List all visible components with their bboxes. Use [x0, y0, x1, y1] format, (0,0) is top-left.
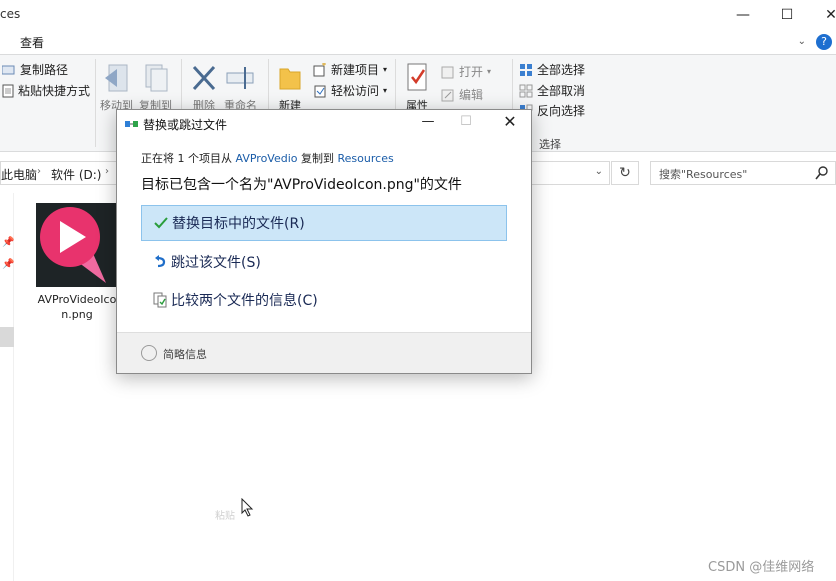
edit-icon	[441, 89, 454, 101]
mouse-cursor-icon	[241, 498, 254, 517]
easy-access-label: 轻松访问	[331, 84, 380, 98]
close-button[interactable]: ✕	[808, 0, 836, 30]
faint-text: 粘贴	[215, 511, 235, 522]
minimize-button[interactable]: —	[720, 0, 766, 30]
breadcrumb-drive[interactable]: 软件 (D:)	[51, 166, 101, 183]
navigation-pane[interactable]: 📌 📌	[0, 193, 14, 581]
copy-status-middle: 复制到	[301, 152, 335, 165]
watermark: CSDN @佳维网络	[708, 560, 815, 575]
copy-files-icon	[125, 121, 138, 127]
move-to-icon	[104, 64, 127, 92]
new-folder-button[interactable]: 新建	[276, 61, 304, 113]
replace-option[interactable]: 替换目标中的文件(R)	[141, 205, 507, 241]
tab-view[interactable]: 查看	[20, 34, 44, 51]
replace-option-label: 替换目标中的文件(R)	[172, 216, 305, 232]
copy-status-line: 正在将 1 个项目从 AVProVedio 复制到 Resources	[141, 150, 394, 166]
pin-icon[interactable]: 📌	[2, 259, 14, 270]
dialog-title: 替换或跳过文件	[143, 118, 228, 132]
copy-status-prefix: 正在将 1 个项目从	[141, 152, 232, 165]
file-thumbnail	[36, 203, 118, 287]
skip-arrow-icon	[155, 255, 166, 268]
checkmark-icon	[154, 217, 168, 229]
folder-icon	[279, 68, 301, 90]
easy-access-icon	[314, 85, 326, 97]
chevron-up-icon[interactable]	[141, 345, 157, 361]
open-label: 打开	[459, 65, 484, 79]
open-button[interactable]: 打开 ▾	[441, 63, 491, 80]
compare-files-icon	[153, 292, 167, 308]
copy-path-button[interactable]: 复制路径	[2, 61, 68, 78]
copy-path-icon	[2, 65, 15, 74]
select-all-icon	[520, 63, 532, 76]
maximize-button[interactable]: ☐	[764, 0, 810, 30]
copy-to-button[interactable]: 复制到	[139, 61, 172, 113]
compare-option[interactable]: 比较两个文件的信息(C)	[141, 282, 507, 318]
easy-access-button[interactable]: 轻松访问 ▾	[313, 82, 387, 99]
select-none-button[interactable]: 全部取消	[519, 82, 585, 99]
new-item-icon	[313, 62, 326, 76]
destination-folder-link[interactable]: Resources	[338, 152, 394, 165]
search-placeholder: 搜索"Resources"	[659, 168, 748, 181]
ribbon-collapse-icon[interactable]: ⌄	[798, 36, 806, 47]
source-folder-link[interactable]: AVProVedio	[236, 152, 298, 165]
search-input[interactable]: 搜索"Resources"	[650, 161, 836, 185]
dialog-maximize-button: ☐	[460, 114, 472, 129]
easy-access-dropdown-icon: ▾	[383, 86, 388, 95]
new-item-label: 新建项目	[331, 63, 380, 77]
file-name-line2: n.png	[61, 308, 93, 321]
avpro-video-icon	[40, 207, 106, 283]
chevron-right-icon[interactable]: ›	[105, 166, 109, 177]
edit-label: 编辑	[459, 88, 484, 102]
select-none-label: 全部取消	[537, 84, 586, 98]
edit-button[interactable]: 编辑	[441, 86, 483, 103]
refresh-button[interactable]: ↻	[611, 161, 639, 185]
title-bar: ces — ☐ ✕	[0, 0, 836, 30]
chevron-right-icon[interactable]: ›	[37, 166, 41, 177]
dialog-minimize-button[interactable]: —	[415, 114, 441, 134]
nav-selected-item[interactable]	[0, 327, 14, 347]
open-dropdown-icon: ▾	[487, 67, 492, 76]
delete-icon	[192, 65, 216, 91]
help-icon[interactable]: ?	[816, 34, 832, 50]
dialog-close-button[interactable]: ✕	[497, 112, 523, 132]
ribbon-separator	[95, 59, 96, 147]
properties-icon	[407, 63, 427, 91]
move-to-button[interactable]: 移动到	[100, 61, 133, 113]
conflict-message: 目标已包含一个名为"AVProVideoIcon.png"的文件	[141, 177, 462, 193]
rename-icon	[226, 67, 253, 89]
copy-to-icon	[145, 64, 167, 92]
select-all-button[interactable]: 全部选择	[519, 61, 585, 78]
skip-option[interactable]: 跳过该文件(S)	[141, 244, 507, 280]
file-name: AVProVideoIco n.png	[34, 292, 120, 322]
paste-shortcut-button[interactable]: 粘贴快捷方式	[2, 82, 90, 99]
paste-shortcut-label: 粘贴快捷方式	[18, 84, 91, 98]
ribbon-tabs: 查看 ⌄ ?	[0, 30, 836, 54]
invert-selection-label: 反向选择	[537, 104, 586, 118]
dialog-footer: 简略信息	[117, 332, 531, 373]
breadcrumb-pc[interactable]: 此电脑	[1, 166, 37, 183]
open-icon	[441, 66, 454, 78]
fewer-details-toggle[interactable]: 简略信息	[163, 346, 207, 362]
replace-or-skip-dialog: 替换或跳过文件 — ☐ ✕ 正在将 1 个项目从 AVProVedio 复制到 …	[116, 109, 532, 374]
file-name-line1: AVProVideoIco	[37, 293, 117, 306]
rename-button[interactable]: 重命名	[224, 61, 257, 113]
select-none-icon	[519, 84, 533, 97]
compare-option-label: 比较两个文件的信息(C)	[171, 293, 318, 309]
copy-path-label: 复制路径	[20, 63, 69, 77]
search-icon	[815, 166, 828, 180]
skip-option-label: 跳过该文件(S)	[171, 255, 261, 271]
select-group-label: 选择	[539, 138, 561, 151]
new-item-button[interactable]: 新建项目 ▾	[313, 61, 387, 78]
new-item-dropdown-icon: ▾	[383, 65, 388, 74]
pin-icon[interactable]: 📌	[2, 237, 14, 248]
delete-button[interactable]: 删除	[190, 61, 218, 113]
window-title: ces	[0, 7, 21, 21]
select-all-label: 全部选择	[537, 63, 586, 77]
dialog-title-bar: 替换或跳过文件 — ☐ ✕	[117, 110, 531, 138]
chevron-down-icon[interactable]: ⌄	[595, 166, 603, 177]
properties-button[interactable]: 属性	[403, 61, 431, 113]
paste-shortcut-icon	[2, 84, 14, 97]
